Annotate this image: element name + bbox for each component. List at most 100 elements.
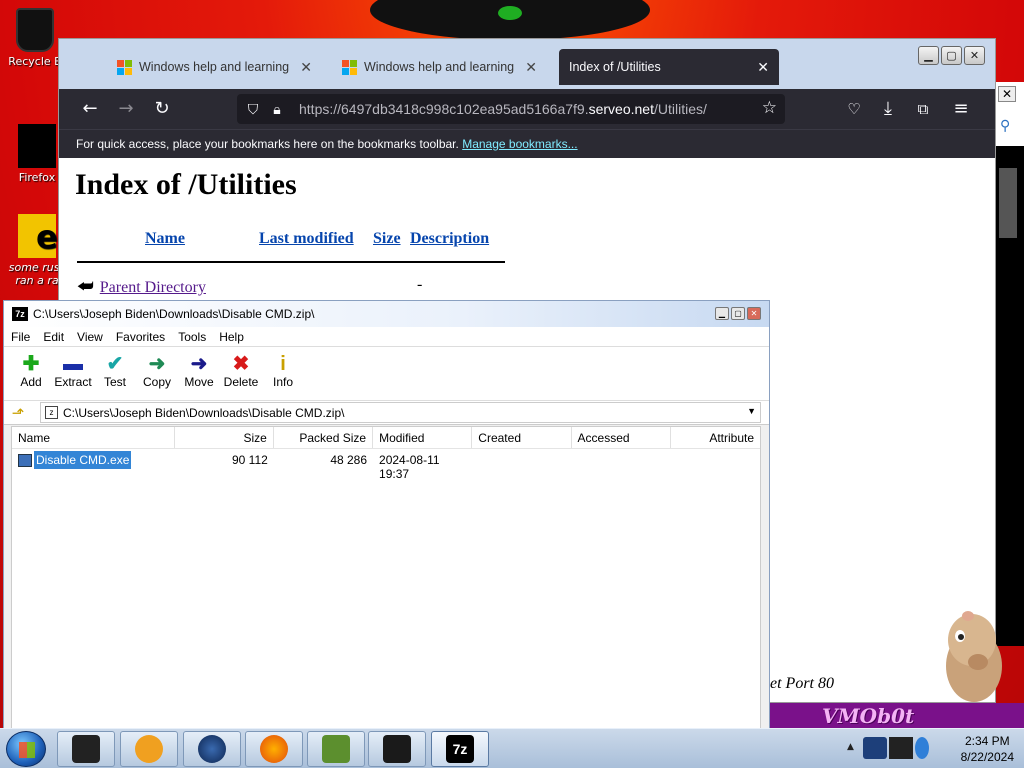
toolbar-button-label: Test xyxy=(103,375,126,389)
tab-windows-help-2[interactable]: Windows help and learning ✕ xyxy=(332,49,547,85)
tab-windows-help-1[interactable]: Windows help and learning ✕ xyxy=(107,49,322,85)
window-title: C:\Users\Joseph Biden\Downloads\Disable … xyxy=(33,307,315,321)
taskbar-app-window[interactable] xyxy=(368,731,426,767)
manage-bookmarks-link[interactable]: Manage bookmarks... xyxy=(462,137,577,151)
column-header-name[interactable]: Name xyxy=(12,427,175,448)
toolbar: ✚ Add ▬ Extract ✔ Test ➜ Copy ➜ Move ✖ Delete i Info xyxy=(4,347,769,401)
toolbar-button-copy[interactable]: ➜ Copy xyxy=(136,347,178,400)
page-title: Index of /Utilities xyxy=(75,168,297,201)
chevron-down-icon[interactable]: ▼ xyxy=(747,406,756,416)
parent-directory-link[interactable]: Parent Directory xyxy=(100,279,206,296)
file-name-cell: Disable CMD.exe xyxy=(12,450,175,470)
exe-file-icon xyxy=(18,453,32,467)
7zip-window: 7z C:\Users\Joseph Biden\Downloads\Disab… xyxy=(3,300,770,730)
taskbar-app-7zip[interactable]: 7z xyxy=(431,731,489,767)
close-tab-icon[interactable]: ✕ xyxy=(300,59,312,76)
file-size: 90 112 xyxy=(232,453,268,467)
taskbar: 7z ▲ 2:34 PM 8/22/2024 xyxy=(0,728,1024,768)
column-size-link[interactable]: Size xyxy=(373,230,401,248)
address-bar[interactable]: ⛉ 🔒︎ https://6497db3418c998c102ea95ad516… xyxy=(237,94,785,124)
sound-tray-icon[interactable] xyxy=(915,737,929,759)
toolbar-button-add[interactable]: ✚ Add xyxy=(10,347,52,400)
file-icon xyxy=(18,214,58,258)
toolbar-button-move[interactable]: ➜ Move xyxy=(178,347,220,400)
menu-help[interactable]: Help xyxy=(219,330,244,344)
scrollbar[interactable] xyxy=(995,146,1024,646)
path-combobox[interactable]: z C:\Users\Joseph Biden\Downloads\Disabl… xyxy=(40,402,761,423)
file-list-header: Name Size Packed Size Modified Created A… xyxy=(12,427,760,449)
search-icon[interactable]: ⚲ xyxy=(1000,118,1010,134)
bookmark-star-icon[interactable]: ☆ xyxy=(762,98,777,118)
toolbar-button-delete[interactable]: ✖ Delete xyxy=(220,347,262,400)
bookmarks-toolbar: For quick access, place your bookmarks h… xyxy=(59,129,995,158)
menu-icon[interactable]: ≡ xyxy=(950,99,972,119)
folder-up-icon[interactable]: ⬏ xyxy=(4,404,32,422)
menu-edit[interactable]: Edit xyxy=(43,330,64,344)
delete-x-icon: ✖ xyxy=(232,353,250,375)
microsoft-logo-icon xyxy=(342,59,357,75)
toolbar-button-label: Copy xyxy=(142,375,171,389)
info-icon: i xyxy=(280,353,286,375)
column-header-accessed[interactable]: Accessed xyxy=(572,427,671,448)
clock[interactable]: 2:34 PM 8/22/2024 xyxy=(961,733,1014,765)
column-header-attributes[interactable]: Attribute xyxy=(671,427,760,448)
maximize-icon[interactable]: ▢ xyxy=(731,307,745,320)
minimize-icon[interactable]: ▁ xyxy=(918,46,939,65)
toolbar-button-test[interactable]: ✔ Test xyxy=(94,347,136,400)
toolbar-button-extract[interactable]: ▬ Extract xyxy=(52,347,94,400)
taskbar-app-firefox[interactable] xyxy=(245,731,303,767)
close-icon[interactable]: ✕ xyxy=(747,307,761,320)
column-description-link[interactable]: Description xyxy=(410,230,489,248)
tray-expand-icon[interactable]: ▲ xyxy=(847,742,854,752)
close-tab-icon[interactable]: ✕ xyxy=(757,59,769,76)
maximize-icon[interactable]: ▢ xyxy=(941,46,962,65)
vm-tray-icon[interactable] xyxy=(863,737,887,759)
column-header-size[interactable]: Size xyxy=(175,427,274,448)
column-header-packed-size[interactable]: Packed Size xyxy=(274,427,374,448)
tab-label: Windows help and learning xyxy=(364,60,515,74)
close-tab-icon[interactable]: ✕ xyxy=(525,59,537,76)
parent-size: - xyxy=(417,276,423,293)
close-icon[interactable]: ✕ xyxy=(998,86,1016,102)
reload-icon[interactable]: ↻ xyxy=(151,99,173,119)
minimize-icon[interactable]: ▁ xyxy=(715,307,729,320)
tab-index-utilities[interactable]: Index of /Utilities ✕ xyxy=(559,49,779,85)
taskbar-app-media-player[interactable] xyxy=(120,731,178,767)
forward-icon[interactable]: → xyxy=(115,99,137,119)
pocket-icon[interactable]: ♡ xyxy=(843,99,865,119)
menu-tools[interactable]: Tools xyxy=(178,330,206,344)
network-tray-icon[interactable] xyxy=(889,737,913,759)
column-last-modified-link[interactable]: Last modified xyxy=(259,230,354,248)
file-name: Disable CMD.exe xyxy=(34,451,132,469)
toolbar-button-label: Move xyxy=(184,375,214,389)
column-header-created[interactable]: Created xyxy=(472,427,572,448)
toolbar-button-info[interactable]: i Info xyxy=(262,347,304,400)
desktop-icon-label: Recycle B xyxy=(8,55,62,68)
url-text: https://6497db3418c998c102ea95ad5166a7f9… xyxy=(299,101,707,117)
start-button[interactable] xyxy=(6,731,46,767)
menu-view[interactable]: View xyxy=(77,330,103,344)
close-icon[interactable]: ✕ xyxy=(964,46,985,65)
copy-arrow-icon: ➜ xyxy=(148,353,166,375)
taskbar-app-box[interactable] xyxy=(307,731,365,767)
toolbar-button-label: Add xyxy=(20,375,42,389)
taskbar-app-terminal[interactable] xyxy=(57,731,115,767)
move-arrow-icon: ➜ xyxy=(190,353,208,375)
page-content: Index of /Utilities Name Last modified S… xyxy=(59,158,995,692)
menu-favorites[interactable]: Favorites xyxy=(116,330,165,344)
downloads-icon[interactable]: ⤓ xyxy=(877,99,899,119)
menu-file[interactable]: File xyxy=(11,330,30,344)
minus-icon: ▬ xyxy=(63,353,83,375)
table-row[interactable]: Disable CMD.exe 90 112 48 286 2024-08-11… xyxy=(12,450,760,481)
column-header-modified[interactable]: Modified xyxy=(373,427,473,448)
back-icon[interactable]: ← xyxy=(79,99,101,119)
column-name-link[interactable]: Name xyxy=(145,230,185,248)
extensions-icon[interactable]: ⧉ xyxy=(912,99,934,119)
file-attributes xyxy=(671,450,760,470)
window-controls: ▁ ▢ ✕ xyxy=(715,307,761,320)
7zip-logo-icon: 7z xyxy=(12,307,28,321)
7zip-icon: 7z xyxy=(446,735,474,763)
taskbar-app-globe[interactable] xyxy=(183,731,241,767)
shield-icon[interactable]: ⛉ xyxy=(241,101,265,118)
lock-icon[interactable]: 🔒︎ xyxy=(265,101,289,118)
